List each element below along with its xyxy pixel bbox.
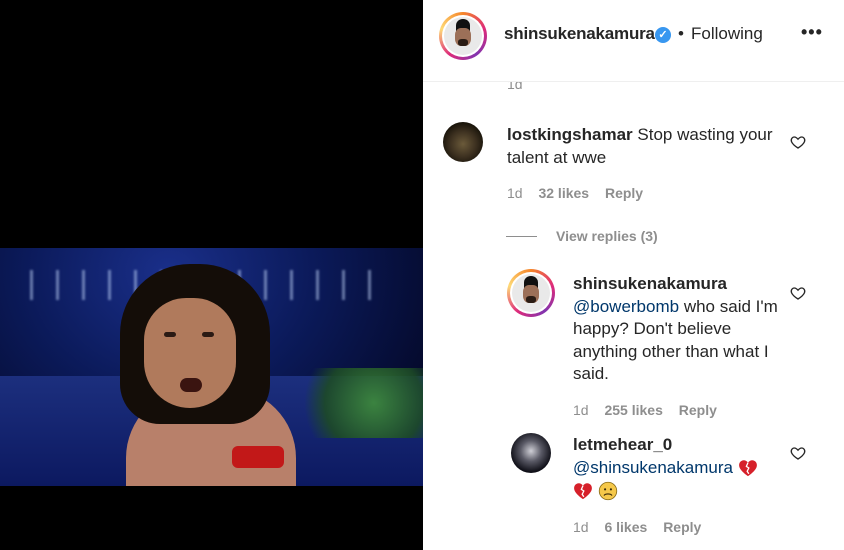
header-separator: • (678, 24, 684, 43)
reply-time[interactable]: 1d (573, 402, 589, 418)
comment-username[interactable]: lostkingshamar (507, 125, 633, 144)
comment-reply-button[interactable]: Reply (605, 185, 643, 201)
reply-mention[interactable]: @bowerbomb (573, 297, 679, 316)
reply-meta: 1d 6 likes Reply (573, 519, 701, 535)
like-heart-icon[interactable] (790, 134, 806, 150)
reply-username[interactable]: shinsukenakamura (573, 274, 727, 293)
comments-panel: shinsukenakamura ✓ • Following ••• 1d lo… (423, 0, 844, 550)
wrestler-mouth (180, 378, 202, 392)
reply-avatar[interactable] (507, 269, 555, 317)
reply-username[interactable]: letmehear_0 (573, 435, 672, 454)
post-header: shinsukenakamura ✓ • Following ••• (423, 0, 844, 82)
frowning-face-icon (598, 481, 617, 500)
reply-reply-button[interactable]: Reply (679, 402, 717, 418)
commenter-avatar[interactable] (443, 122, 483, 162)
comment-body: lostkingshamar Stop wasting your talent … (507, 124, 807, 169)
wrestler-figure (110, 258, 300, 486)
author-username[interactable]: shinsukenakamura (504, 24, 655, 44)
like-heart-icon[interactable] (790, 285, 806, 301)
reply-body: shinsukenakamura @bowerbomb who said I'm… (573, 273, 778, 386)
like-heart-icon[interactable] (790, 445, 806, 461)
video-frame[interactable] (0, 248, 423, 486)
reply-reply-button[interactable]: Reply (663, 519, 701, 535)
wrestler-face (144, 298, 236, 408)
reply-avatar[interactable] (511, 433, 551, 473)
wrestler-eye (202, 332, 214, 337)
comment-time[interactable]: 1d (507, 185, 523, 201)
reply-time[interactable]: 1d (573, 519, 589, 535)
broken-heart-icon (738, 460, 757, 477)
wrestler-armband (232, 446, 284, 468)
broken-heart-icon (574, 482, 592, 499)
following-button[interactable]: Following (691, 24, 763, 44)
more-options-icon[interactable]: ••• (801, 22, 823, 43)
author-avatar[interactable] (439, 12, 487, 60)
view-replies-button[interactable]: View replies (3) (556, 228, 658, 244)
post-media[interactable] (0, 0, 423, 550)
reply-body: letmehear_0 @shinsukenakamura (573, 434, 778, 502)
reply-likes[interactable]: 6 likes (604, 519, 647, 535)
background-object (300, 368, 423, 438)
reply-likes[interactable]: 255 likes (604, 402, 662, 418)
comment-meta: 1d 32 likes Reply (507, 185, 643, 201)
reply-mention[interactable]: @shinsukenakamura (573, 458, 733, 477)
reply-meta: 1d 255 likes Reply (573, 402, 717, 418)
comment-likes[interactable]: 32 likes (538, 185, 589, 201)
view-replies-line (506, 236, 537, 237)
verified-badge-icon: ✓ (655, 27, 671, 43)
wrestler-eye (164, 332, 176, 337)
